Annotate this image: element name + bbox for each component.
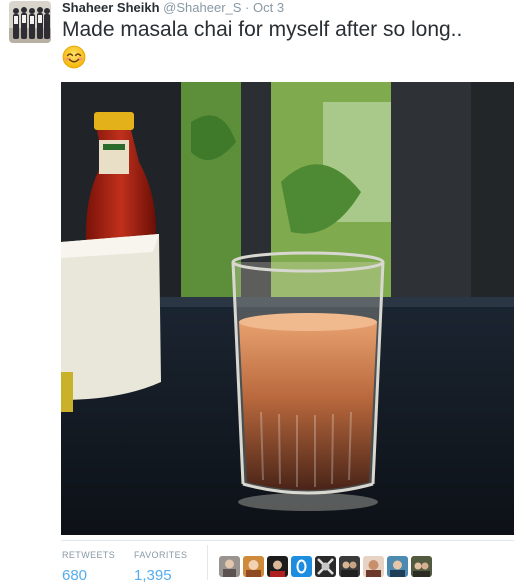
favoriter-avatar[interactable] — [363, 556, 384, 577]
tweet-date[interactable]: Oct 3 — [253, 0, 284, 15]
tweet-text: Made masala chai for myself after so lon… — [62, 18, 463, 41]
favorites-label: FAVORITES — [134, 550, 188, 560]
tweet-header: Shaheer Sheikh @Shaheer_S · Oct 3 — [62, 0, 284, 16]
favoriter-avatar[interactable] — [387, 556, 408, 577]
favoriter-avatar[interactable] — [243, 556, 264, 577]
favorites-count[interactable]: 1,395 — [134, 564, 187, 588]
favoriter-avatar[interactable] — [219, 556, 240, 577]
favoriter-avatar[interactable] — [315, 556, 336, 577]
retweets-label: RETWEETS — [62, 550, 116, 560]
favoriters-avatar-row — [219, 556, 432, 577]
stats-divider — [61, 540, 514, 541]
favoriter-avatar[interactable] — [267, 556, 288, 577]
favoriter-avatar[interactable] — [291, 556, 312, 577]
retweets-count[interactable]: 680 — [62, 564, 115, 588]
header-separator: · — [245, 0, 250, 15]
favoriter-avatar[interactable] — [411, 556, 432, 577]
author-avatar[interactable] — [9, 1, 51, 43]
author-handle[interactable]: @Shaheer_S — [163, 0, 241, 15]
stats-vertical-divider — [207, 545, 208, 580]
tweet-photo[interactable] — [61, 82, 514, 535]
smiling-face-emoji-icon — [62, 45, 86, 69]
masala-chai-photo — [61, 82, 514, 535]
retweets-stat[interactable]: RETWEETS 680 — [62, 549, 115, 588]
favoriter-avatar[interactable] — [339, 556, 360, 577]
favorites-stat[interactable]: FAVORITES 1,395 — [134, 549, 187, 588]
author-name[interactable]: Shaheer Sheikh — [62, 0, 160, 15]
